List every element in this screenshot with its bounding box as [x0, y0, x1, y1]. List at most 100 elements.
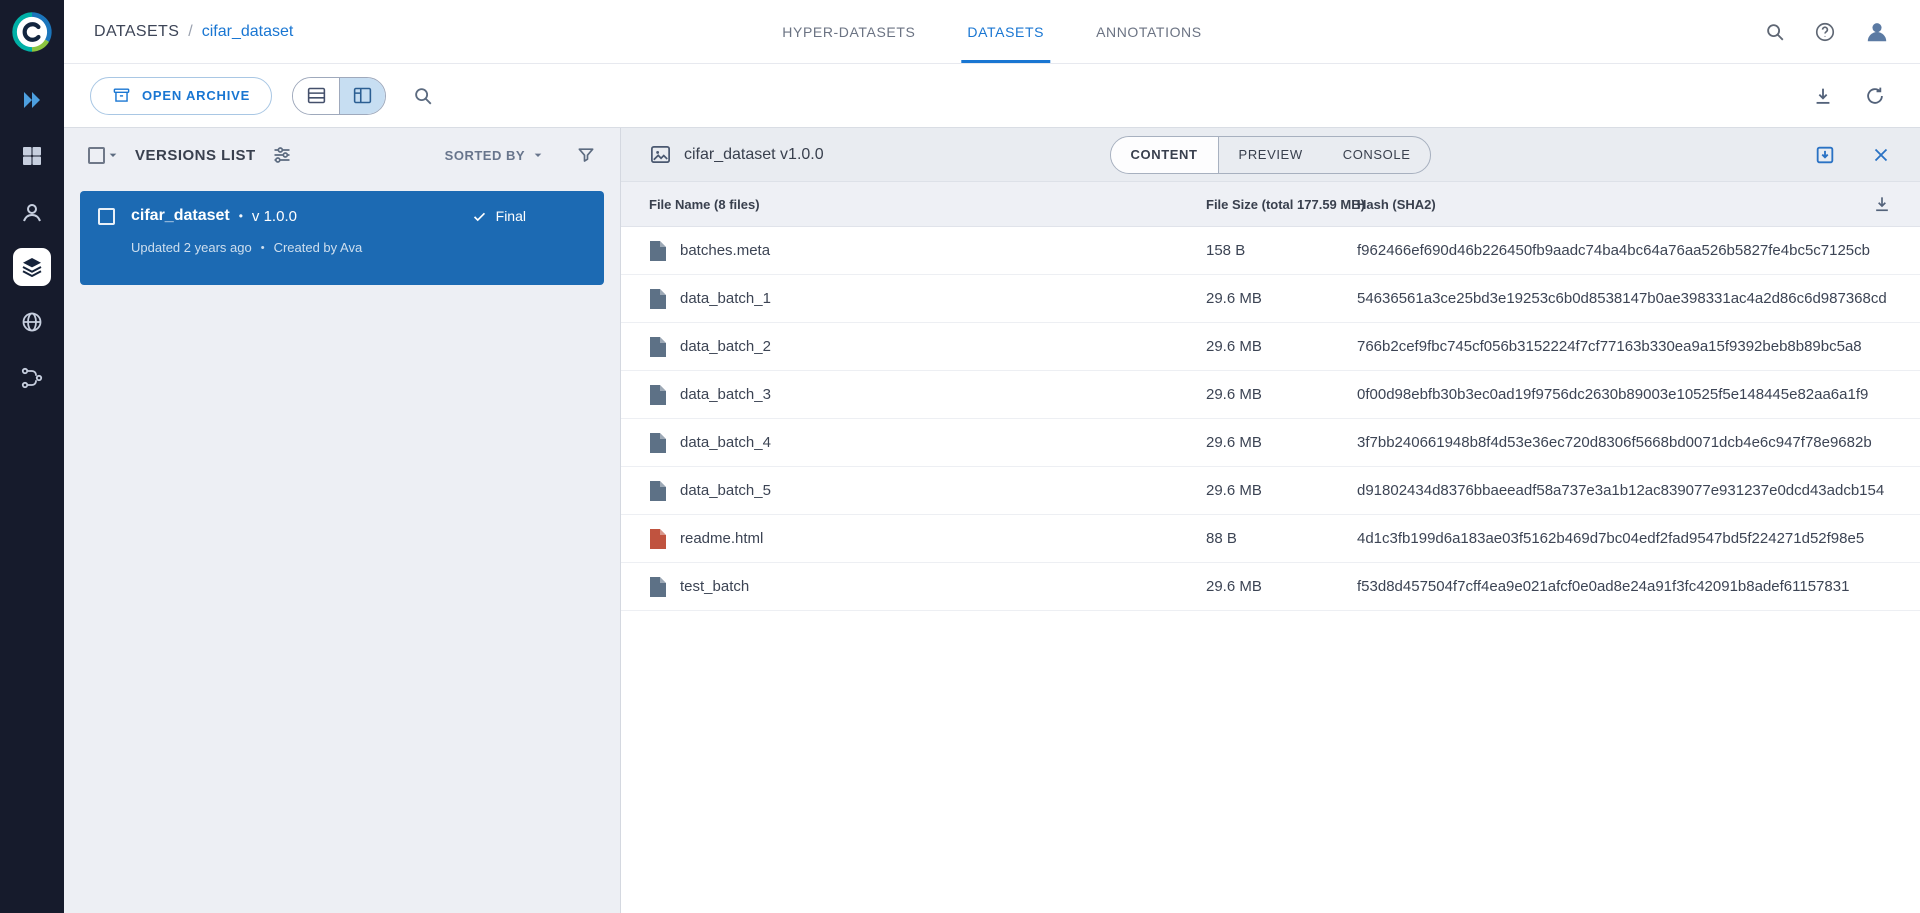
versions-panel: VERSIONS LIST SORTED BY [64, 128, 621, 913]
pipelines-icon[interactable] [12, 358, 52, 398]
column-hash: Hash (SHA2) [1357, 197, 1856, 212]
chevron-down-icon[interactable] [105, 147, 121, 163]
file-size: 29.6 MB [1206, 434, 1357, 451]
file-size: 29.6 MB [1206, 578, 1357, 595]
versions-search-icon[interactable] [412, 85, 434, 107]
sorted-by-label: SORTED BY [445, 148, 525, 163]
main-tabs: HYPER-DATASETS DATASETS ANNOTATIONS [782, 0, 1201, 63]
sidebar-nav [0, 0, 64, 913]
bullet-separator [261, 242, 265, 254]
file-icon [649, 481, 666, 501]
file-hash: 54636561a3ce25bd3e19253c6b0d8538147b0ae3… [1357, 290, 1887, 307]
detail-header-icons [1814, 144, 1892, 166]
file-icon [649, 385, 666, 405]
top-bar-icons [1764, 19, 1890, 45]
tab-annotations[interactable]: ANNOTATIONS [1096, 0, 1202, 63]
file-hash: d91802434d8376bbaeeadf58a737e3a1b12ac839… [1357, 482, 1884, 499]
breadcrumb-separator: / [188, 23, 192, 41]
tab-console[interactable]: CONSOLE [1323, 137, 1431, 173]
table-row[interactable]: data_batch_3 29.6 MB 0f00d98ebfb30b3ec0a… [621, 371, 1920, 419]
file-name: readme.html [680, 530, 763, 547]
table-row[interactable]: test_batch 29.6 MB f53d8d457504f7cff4ea9… [621, 563, 1920, 611]
table-row[interactable]: data_batch_1 29.6 MB 54636561a3ce25bd3e1… [621, 275, 1920, 323]
getting-started-icon[interactable] [12, 80, 52, 120]
tab-datasets[interactable]: DATASETS [967, 0, 1044, 63]
datasets-layers-icon[interactable] [13, 248, 51, 286]
table-row[interactable]: batches.meta 158 B f962466ef690d46b22645… [621, 227, 1920, 275]
open-archive-label: OPEN ARCHIVE [142, 88, 250, 103]
download-icon[interactable] [1856, 194, 1920, 214]
select-all-checkbox[interactable] [88, 147, 105, 164]
dataset-toolbar: OPEN ARCHIVE [64, 64, 1920, 128]
detail-tabs: CONTENT PREVIEW CONSOLE [1110, 136, 1432, 174]
html-file-icon [649, 529, 666, 549]
search-icon[interactable] [1764, 21, 1786, 43]
open-archive-button[interactable]: OPEN ARCHIVE [90, 77, 272, 115]
close-icon[interactable] [1870, 144, 1892, 166]
version-meta: Updated 2 years ago Created by Ava [98, 240, 586, 255]
file-list: batches.meta 158 B f962466ef690d46b22645… [621, 227, 1920, 913]
status-badge: Final [471, 208, 526, 225]
table-view-icon[interactable] [293, 78, 339, 114]
projects-grid-icon[interactable] [12, 136, 52, 176]
file-icon [649, 577, 666, 597]
filter-funnel-icon[interactable] [576, 145, 596, 165]
table-row[interactable]: data_batch_2 29.6 MB 766b2cef9fbc745cf05… [621, 323, 1920, 371]
file-size: 29.6 MB [1206, 290, 1357, 307]
import-icon[interactable] [1814, 144, 1836, 166]
download-icon[interactable] [1812, 85, 1834, 107]
archive-icon [112, 86, 131, 105]
file-hash: 766b2cef9fbc745cf056b3152224f7cf77163b33… [1357, 338, 1862, 355]
breadcrumb-current-dataset: cifar_dataset [202, 23, 294, 41]
version-number: v 1.0.0 [252, 208, 297, 225]
auto-refresh-icon[interactable] [1864, 85, 1886, 107]
version-card-selected[interactable]: cifar_dataset v 1.0.0 Final Updated 2 ye… [80, 191, 604, 285]
chevron-down-icon [530, 147, 546, 163]
sorted-by-dropdown[interactable]: SORTED BY [445, 147, 546, 163]
tab-content[interactable]: CONTENT [1111, 137, 1219, 173]
file-size: 29.6 MB [1206, 482, 1357, 499]
help-icon[interactable] [1814, 21, 1836, 43]
file-name: test_batch [680, 578, 749, 595]
status-label: Final [496, 208, 526, 224]
file-name: batches.meta [680, 242, 770, 259]
main-column: DATASETS / cifar_dataset HYPER-DATASETS … [64, 0, 1920, 913]
reports-globe-icon[interactable] [12, 302, 52, 342]
file-icon [649, 433, 666, 453]
view-mode-toggle [292, 77, 386, 115]
tab-hyper-datasets[interactable]: HYPER-DATASETS [782, 0, 915, 63]
file-size: 88 B [1206, 530, 1357, 547]
dataset-image-icon [649, 143, 672, 166]
table-row[interactable]: data_batch_4 29.6 MB 3f7bb240661948b8f4d… [621, 419, 1920, 467]
file-name: data_batch_4 [680, 434, 771, 451]
app-root: DATASETS / cifar_dataset HYPER-DATASETS … [0, 0, 1920, 913]
split-view-icon[interactable] [339, 78, 385, 114]
file-name: data_batch_5 [680, 482, 771, 499]
content-area: VERSIONS LIST SORTED BY [64, 128, 1920, 913]
version-name: cifar_dataset [131, 207, 230, 225]
versions-list-title: VERSIONS LIST [135, 147, 256, 164]
version-created-by: Created by Ava [274, 240, 363, 255]
file-icon [649, 241, 666, 261]
version-updated: Updated 2 years ago [131, 240, 252, 255]
models-icon[interactable] [12, 192, 52, 232]
tune-filters-icon[interactable] [272, 145, 292, 165]
check-icon [471, 208, 488, 225]
top-bar: DATASETS / cifar_dataset HYPER-DATASETS … [64, 0, 1920, 64]
breadcrumb-datasets-link[interactable]: DATASETS [94, 23, 179, 41]
detail-panel-header: cifar_dataset v1.0.0 CONTENT PREVIEW CON… [621, 128, 1920, 182]
file-size: 29.6 MB [1206, 386, 1357, 403]
tab-preview[interactable]: PREVIEW [1219, 137, 1323, 173]
version-detail-panel: cifar_dataset v1.0.0 CONTENT PREVIEW CON… [621, 128, 1920, 913]
file-hash: 0f00d98ebfb30b3ec0ad19f9756dc2630b89003e… [1357, 386, 1868, 403]
user-avatar-icon[interactable] [1864, 19, 1890, 45]
file-name: data_batch_1 [680, 290, 771, 307]
table-row[interactable]: readme.html 88 B 4d1c3fb199d6a183ae03f51… [621, 515, 1920, 563]
version-checkbox[interactable] [98, 208, 115, 225]
table-row[interactable]: data_batch_5 29.6 MB d91802434d8376bbaee… [621, 467, 1920, 515]
file-name: data_batch_3 [680, 386, 771, 403]
column-file-name: File Name (8 files) [621, 197, 1206, 212]
file-hash: f53d8d457504f7cff4ea9e021afcf0e0ad8e24a9… [1357, 578, 1856, 595]
clearml-logo[interactable] [10, 10, 54, 54]
file-hash: 3f7bb240661948b8f4d53e36ec720d8306f5668b… [1357, 434, 1872, 451]
